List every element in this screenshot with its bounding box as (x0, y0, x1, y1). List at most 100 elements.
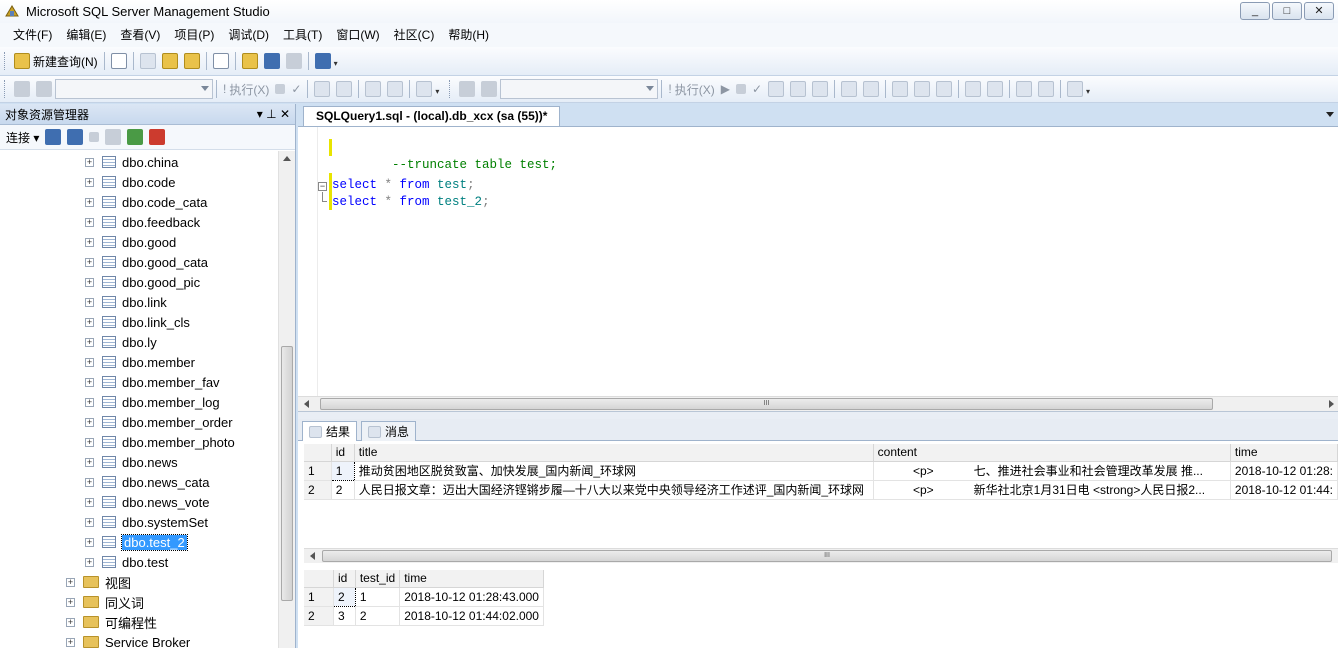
expand-icon[interactable]: + (66, 597, 75, 607)
tree-node-table[interactable]: + dbo.feedback (85, 212, 200, 232)
connect-button-2[interactable] (456, 78, 478, 100)
object-explorer-scrollbar[interactable] (278, 151, 295, 648)
cell-title[interactable]: 推动贫困地区脱贫致富、加快发展_国内新闻_环球网 (354, 461, 874, 481)
result-grid-2[interactable]: id test_id time 1 2 1 2018-10-12 01:28:4… (304, 570, 544, 630)
save-button[interactable] (261, 50, 283, 72)
comment-button[interactable] (311, 78, 333, 100)
menu-project[interactable]: 项目(P) (167, 23, 221, 47)
expand-icon[interactable]: + (85, 417, 94, 427)
open-file-button[interactable] (239, 50, 261, 72)
menu-tools[interactable]: 工具(T) (276, 23, 329, 47)
query-editor[interactable]: --truncate table test; − select * from t… (298, 126, 1338, 397)
increase-indent-button-2[interactable] (1035, 78, 1057, 100)
disconnect-server-icon[interactable] (67, 129, 84, 145)
expand-icon[interactable]: + (85, 477, 94, 487)
expand-icon[interactable]: + (85, 357, 94, 367)
tree-node-table[interactable]: + dbo.link (85, 292, 167, 312)
menu-help[interactable]: 帮助(H) (441, 23, 496, 47)
toolbar-overflow-icon[interactable]: ▾ (1086, 80, 1094, 98)
menu-file[interactable]: 文件(F) (6, 23, 59, 47)
analysis-query-button[interactable] (159, 50, 181, 72)
tree-node-table[interactable]: + dbo.member_log (85, 392, 220, 412)
toolbar-grip[interactable] (4, 52, 7, 70)
row-number[interactable]: 2 (304, 606, 334, 626)
toolbar-grip[interactable] (4, 80, 7, 98)
tree-node-table[interactable]: + dbo.good (85, 232, 176, 252)
expand-icon[interactable]: + (85, 457, 94, 467)
editor-results-splitter[interactable] (298, 411, 1338, 419)
add-item-button[interactable] (210, 50, 232, 72)
tree-node-table[interactable]: + dbo.member_photo (85, 432, 235, 452)
scroll-left-arrow-icon[interactable] (310, 552, 315, 560)
new-file-button[interactable] (108, 50, 130, 72)
tree-node-table[interactable]: + dbo.link_cls (85, 312, 190, 332)
expand-icon[interactable]: + (85, 397, 94, 407)
expand-icon[interactable]: + (85, 177, 94, 187)
tab-sqlquery1[interactable]: SQLQuery1.sql - (local).db_xcx (sa (55))… (303, 106, 561, 126)
parse-button-2[interactable]: ✓ (749, 78, 765, 100)
tree-node-folder[interactable]: + 视图 (66, 572, 131, 592)
column-header[interactable]: time (399, 570, 544, 588)
expand-icon[interactable]: + (66, 577, 75, 587)
expand-icon[interactable]: + (85, 537, 94, 547)
expand-icon[interactable]: + (66, 617, 75, 627)
query-designer-button[interactable] (765, 78, 787, 100)
expand-icon[interactable]: + (85, 277, 94, 287)
row-number[interactable]: 1 (304, 587, 334, 607)
execute-button[interactable]: ! 执行(X) (220, 78, 272, 100)
expand-icon[interactable]: + (85, 237, 94, 247)
tree-node-table[interactable]: + dbo.ly (85, 332, 157, 352)
editor-horizontal-scrollbar[interactable]: III (298, 396, 1338, 411)
toolbar-overflow-icon[interactable]: ▾ (435, 80, 443, 98)
change-connection-button[interactable] (33, 78, 55, 100)
column-header[interactable]: time (1230, 444, 1338, 462)
database-select[interactable] (55, 79, 213, 99)
results-to-text-button[interactable] (889, 78, 911, 100)
parse-button[interactable]: ✓ (288, 78, 304, 100)
comment-button-2[interactable] (962, 78, 984, 100)
new-query-button[interactable]: 新建查询(N) (11, 50, 101, 72)
summary-icon[interactable] (149, 129, 166, 145)
stop-icon[interactable] (89, 132, 100, 142)
toolbar-overflow-icon[interactable]: ▾ (334, 52, 342, 70)
tree-node-table[interactable]: + dbo.code (85, 172, 176, 192)
cell-time[interactable]: 2018-10-12 01:28: (1230, 461, 1338, 481)
scroll-thumb[interactable]: III (320, 398, 1213, 410)
tab-messages[interactable]: 消息 (361, 421, 417, 441)
decrease-indent-button-2[interactable] (1013, 78, 1035, 100)
cancel-query-button[interactable] (272, 78, 288, 100)
scroll-thumb[interactable]: III (322, 550, 1332, 562)
menu-community[interactable]: 社区(C) (387, 23, 442, 47)
tree-node-folder[interactable]: + 可编程性 (66, 612, 157, 632)
cell-time[interactable]: 2018-10-12 01:44: (1230, 480, 1338, 500)
expand-icon[interactable]: + (85, 197, 94, 207)
tree-node-table[interactable]: + dbo.member_order (85, 412, 233, 432)
tab-list-dropdown-icon[interactable] (1326, 112, 1334, 117)
row-number[interactable]: 2 (304, 480, 332, 500)
client-statistics-button[interactable] (860, 78, 882, 100)
panel-pin-close-controls[interactable]: ▾ ⊥ ✕ (257, 107, 290, 121)
results-to-file-button[interactable] (933, 78, 955, 100)
tab-results[interactable]: 结果 (302, 421, 358, 441)
row-number[interactable]: 1 (304, 461, 332, 481)
tree-node-table[interactable]: + dbo.news (85, 452, 178, 472)
expand-icon[interactable]: + (85, 497, 94, 507)
column-header[interactable]: content (873, 444, 1231, 462)
tree-node-table[interactable]: + dbo.test_2 (85, 532, 188, 552)
expand-icon[interactable]: + (85, 317, 94, 327)
tree-node-table[interactable]: + dbo.news_vote (85, 492, 209, 512)
results-to-grid-button[interactable] (911, 78, 933, 100)
tree-node-folder[interactable]: + Service Broker (66, 632, 190, 648)
database-select-2[interactable] (500, 79, 659, 99)
connect-dropdown[interactable]: 连接 ▾ (6, 129, 39, 146)
menu-view[interactable]: 查看(V) (113, 23, 167, 47)
cell-test-id[interactable]: 1 (355, 587, 401, 607)
tree-node-table[interactable]: + dbo.member_fav (85, 372, 220, 392)
cell-content[interactable]: <p> 七、推进社会事业和社会管理改革发展 推... (873, 461, 1231, 481)
cell-time[interactable]: 2018-10-12 01:28:43.000 (399, 587, 544, 607)
expand-icon[interactable]: + (66, 637, 75, 647)
change-connection-button-2[interactable] (478, 78, 500, 100)
menu-window[interactable]: 窗口(W) (329, 23, 386, 47)
print-button[interactable] (283, 50, 305, 72)
column-header[interactable]: test_id (355, 570, 401, 588)
